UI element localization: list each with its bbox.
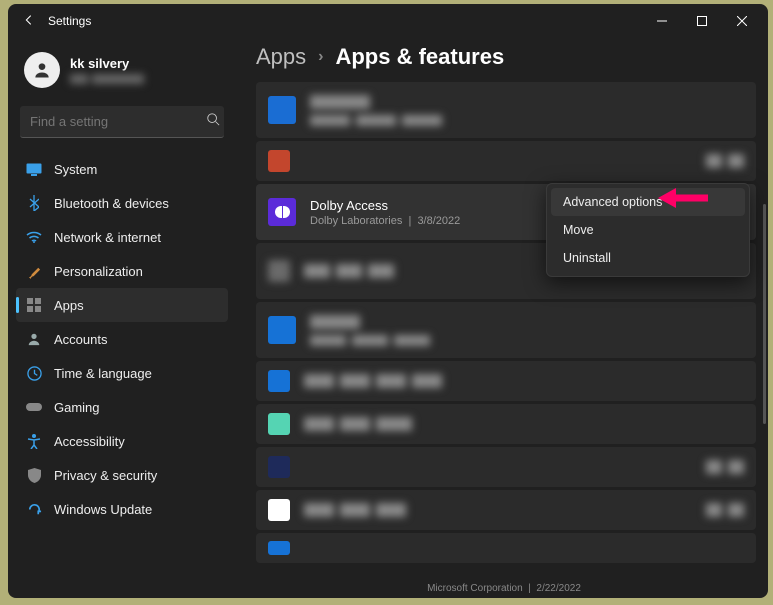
nav-apps[interactable]: Apps: [16, 288, 228, 322]
app-icon: [268, 150, 290, 172]
chevron-right-icon: ›: [318, 48, 323, 66]
app-row[interactable]: [256, 447, 756, 487]
main-pane: Apps › Apps & features Do: [240, 38, 768, 598]
nav-accounts[interactable]: Accounts: [16, 322, 228, 356]
breadcrumb-apps[interactable]: Apps: [256, 44, 306, 70]
footer: Microsoft Corporation | 2/22/2022: [427, 583, 581, 594]
brush-icon: [26, 263, 42, 279]
minimize-button[interactable]: [642, 6, 682, 36]
menu-uninstall[interactable]: Uninstall: [551, 244, 745, 272]
menu-move[interactable]: Move: [551, 216, 745, 244]
person-icon: [26, 331, 42, 347]
profile-email: [70, 74, 144, 84]
nav-accessibility[interactable]: Accessibility: [16, 424, 228, 458]
app-icon: [268, 370, 290, 392]
window-title: Settings: [48, 14, 91, 28]
apps-icon: [26, 297, 42, 313]
app-row[interactable]: [256, 361, 756, 401]
app-icon: [268, 316, 296, 344]
dolby-icon: [268, 198, 296, 226]
nav-gaming[interactable]: Gaming: [16, 390, 228, 424]
settings-window: Settings kk silvery System: [8, 4, 768, 598]
app-row[interactable]: [256, 490, 756, 530]
accessibility-icon: [26, 433, 42, 449]
close-button[interactable]: [722, 6, 762, 36]
bluetooth-icon: [26, 195, 42, 211]
scrollbar-thumb[interactable]: [763, 204, 766, 424]
profile-block[interactable]: kk silvery: [16, 46, 228, 102]
back-button[interactable]: [14, 13, 44, 30]
display-icon: [26, 161, 42, 177]
app-list: Dolby Access Dolby Laboratories | 3/8/20…: [256, 82, 768, 563]
menu-advanced-options[interactable]: Advanced options: [551, 188, 745, 216]
app-icon: [268, 260, 290, 282]
search-input[interactable]: [30, 114, 206, 129]
scrollbar[interactable]: [761, 84, 766, 590]
app-row[interactable]: [256, 82, 756, 138]
nav-list: System Bluetooth & devices Network & int…: [16, 152, 228, 526]
nav-system[interactable]: System: [16, 152, 228, 186]
nav-time[interactable]: Time & language: [16, 356, 228, 390]
titlebar: Settings: [8, 4, 768, 38]
context-menu: Advanced options Move Uninstall: [546, 183, 750, 277]
app-icon: [268, 413, 290, 435]
app-icon: [268, 499, 290, 521]
app-row[interactable]: [256, 141, 756, 181]
update-icon: [26, 501, 42, 517]
gaming-icon: [26, 399, 42, 415]
nav-privacy[interactable]: Privacy & security: [16, 458, 228, 492]
app-icon: [268, 96, 296, 124]
avatar: [24, 52, 60, 88]
nav-bluetooth[interactable]: Bluetooth & devices: [16, 186, 228, 220]
shield-icon: [26, 467, 42, 483]
sidebar: kk silvery System Bluetooth & devices Ne…: [8, 38, 240, 598]
app-icon: [268, 456, 290, 478]
maximize-button[interactable]: [682, 6, 722, 36]
page-title: Apps & features: [335, 44, 504, 70]
app-row[interactable]: [256, 302, 756, 358]
profile-name: kk silvery: [70, 56, 144, 71]
annotation-arrow-icon: [658, 186, 708, 210]
app-row[interactable]: [256, 533, 756, 563]
wifi-icon: [26, 229, 42, 245]
app-icon: [268, 541, 290, 555]
search-icon: [206, 112, 220, 131]
search-box[interactable]: [20, 106, 224, 138]
app-row[interactable]: [256, 404, 756, 444]
nav-network[interactable]: Network & internet: [16, 220, 228, 254]
clock-icon: [26, 365, 42, 381]
nav-personalization[interactable]: Personalization: [16, 254, 228, 288]
breadcrumb: Apps › Apps & features: [256, 44, 768, 70]
nav-update[interactable]: Windows Update: [16, 492, 228, 526]
